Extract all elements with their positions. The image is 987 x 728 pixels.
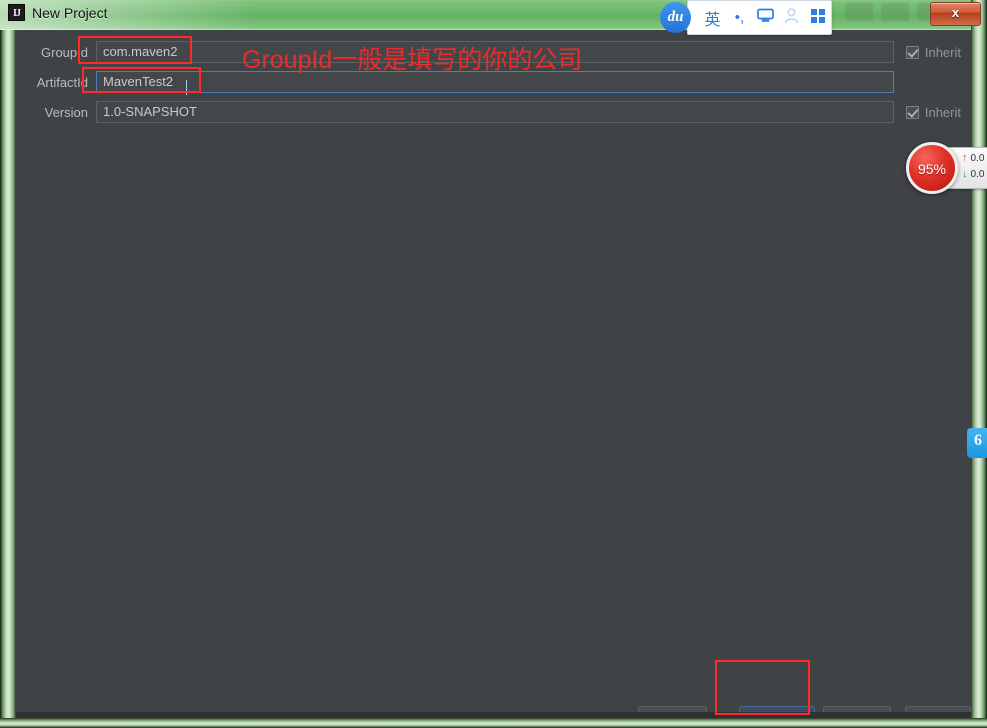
text-caret [186,80,187,95]
network-speed-widget[interactable]: ↑ 0.0 ↓ 0.0 95% [906,142,987,194]
upload-speed-row: ↑ 0.0 [962,152,984,164]
groupid-input[interactable]: com.maven2 [96,41,894,63]
form-row-groupid: GroupId com.maven2 Inherit [16,40,971,64]
form-row-version: Version 1.0-SNAPSHOT Inherit [16,100,971,124]
ime-soft-keyboard-icon[interactable] [752,8,779,27]
keyboard-glyph [757,8,774,22]
cpu-usage-bubble[interactable]: 95% [906,142,958,194]
new-project-dialog-window: IJ New Project x GroupId com.maven2 Inhe… [0,0,987,728]
intellij-idea-icon: IJ [8,4,25,21]
maximize-button[interactable] [881,3,909,21]
close-icon: x [951,5,960,20]
version-inherit-group[interactable]: Inherit [905,104,961,120]
ime-punctuation-toggle-icon[interactable]: •, [727,9,752,26]
groupid-inherit-label: Inherit [924,44,961,60]
ime-apps-grid-icon[interactable] [804,8,831,28]
window-frame-bottom [0,718,987,728]
grid-glyph [810,8,825,23]
side-tab-icon: 6 [974,432,982,449]
upload-arrow-icon: ↑ [962,152,968,164]
version-label: Version [44,104,88,120]
docked-side-tab[interactable]: 6 [967,428,987,458]
minimize-button[interactable] [845,3,873,21]
window-frame-right [971,0,987,728]
groupid-inherit-checkbox[interactable] [905,45,919,59]
window-title: New Project [32,4,108,21]
title-bar: IJ New Project x [0,0,987,30]
baidu-logo-icon[interactable]: du [660,2,691,33]
version-input[interactable]: 1.0-SNAPSHOT [96,101,894,123]
artifactid-label: ArtifactId [36,74,88,90]
close-button[interactable]: x [930,2,981,26]
title-bar-left-group: IJ New Project [8,4,107,21]
groupid-inherit-group[interactable]: Inherit [905,44,961,60]
baidu-ime-toolbar[interactable]: du 英 •, [660,0,832,35]
download-arrow-icon: ↓ [962,168,968,180]
ime-language-toggle-icon[interactable]: 英 [698,6,727,30]
upload-speed-value: 0.0 [970,152,985,164]
download-speed-row: ↓ 0.0 [962,168,984,180]
ime-user-account-icon[interactable] [779,7,804,28]
artifactid-input[interactable]: MavenTest2 [96,71,894,93]
cpu-usage-percent: 95% [917,161,947,177]
dialog-client-area: GroupId com.maven2 Inherit ArtifactId Ma… [16,30,971,712]
groupid-label: GroupId [41,44,88,60]
user-glyph [784,7,799,23]
download-speed-value: 0.0 [970,168,985,180]
titlebar-ghost-element [917,3,931,21]
dialog-button-bar: Previous Next Cancel Help [16,678,971,712]
version-inherit-label: Inherit [924,104,961,120]
form-row-artifactid: ArtifactId MavenTest2 [16,70,971,94]
version-inherit-checkbox[interactable] [905,105,919,119]
